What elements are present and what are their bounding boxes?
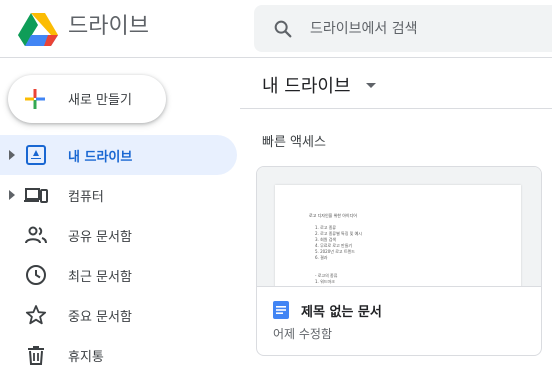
preview-list: - 로고의 종류 1. 워드마크 — [315, 273, 337, 285]
expand-caret-icon[interactable] — [9, 150, 15, 160]
shared-people-icon — [25, 226, 47, 244]
search-icon[interactable] — [272, 18, 294, 40]
sidebar-item-recent[interactable]: 최근 문서함 — [0, 255, 237, 295]
file-modified-label: 어제 수정함 — [273, 327, 333, 341]
my-drive-icon — [26, 145, 46, 165]
top-bar: 드라이브 — [0, 0, 552, 58]
quick-access-heading: 빠른 액세스 — [262, 135, 326, 150]
star-icon — [25, 305, 47, 325]
search-bar[interactable] — [254, 5, 552, 52]
document-preview: 로고 디자인을 위한 아이디어 1. 로고 종류 2. 로고 종류별 특징 및 … — [275, 185, 521, 286]
computers-icon — [24, 188, 48, 203]
preview-title: 로고 디자인을 위한 아이디어 — [309, 213, 357, 218]
trash-icon — [28, 346, 44, 365]
new-button-label: 새로 만들기 — [68, 93, 132, 108]
page-title: 내 드라이브 — [262, 76, 351, 97]
plus-icon — [25, 89, 45, 109]
sidebar-item-label: 공유 문서함 — [68, 230, 132, 245]
search-input[interactable] — [310, 17, 540, 41]
sidebar-item-computers[interactable]: 컴퓨터 — [0, 175, 237, 215]
sidebar-item-label: 컴퓨터 — [68, 190, 104, 205]
file-thumbnail: 로고 디자인을 위한 아이디어 1. 로고 종류 2. 로고 종류별 특징 및 … — [257, 167, 541, 287]
preview-line: 6. 결과 — [315, 255, 328, 260]
google-drive-logo-icon[interactable] — [18, 12, 58, 46]
sidebar-item-label: 휴지통 — [68, 350, 104, 365]
new-button[interactable]: 새로 만들기 — [8, 75, 166, 123]
google-docs-icon — [273, 301, 289, 319]
sidebar-item-shared[interactable]: 공유 문서함 — [0, 215, 237, 255]
quick-access-file-card[interactable]: 로고 디자인을 위한 아이디어 1. 로고 종류 2. 로고 종류별 특징 및 … — [256, 166, 542, 356]
clock-icon — [26, 265, 46, 285]
sidebar-item-label: 최근 문서함 — [68, 270, 132, 285]
divider — [240, 108, 552, 109]
sidebar-nav: 내 드라이브 컴퓨터 공유 문서함 최근 문서함 중요 문서함 휴지통 — [0, 135, 240, 374]
sidebar-item-label: 중요 문서함 — [68, 310, 132, 325]
app-title: 드라이브 — [68, 14, 149, 39]
preview-list: 1. 로고 종류 2. 로고 종류별 특징 및 예시 3. 회원 검색 4. 무… — [315, 225, 362, 261]
sidebar-item-starred[interactable]: 중요 문서함 — [0, 295, 237, 335]
sidebar-item-my-drive[interactable]: 내 드라이브 — [0, 135, 237, 175]
sidebar-item-trash[interactable]: 휴지통 — [0, 335, 237, 374]
preview-line: 1. 워드마크 — [315, 279, 335, 284]
expand-caret-icon[interactable] — [9, 190, 15, 200]
file-name: 제목 없는 문서 — [301, 305, 382, 320]
chevron-down-icon — [366, 83, 376, 88]
sidebar-item-label: 내 드라이브 — [68, 150, 133, 165]
